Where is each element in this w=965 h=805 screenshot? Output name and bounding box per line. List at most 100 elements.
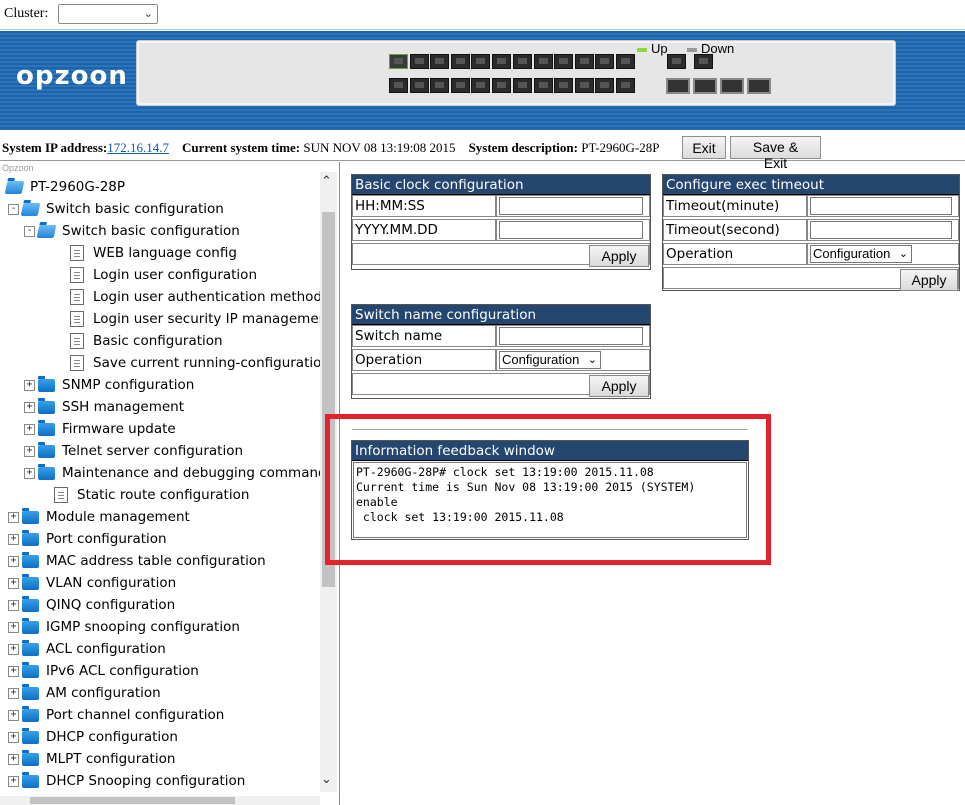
date-input[interactable] — [499, 221, 643, 239]
tree-item[interactable]: + DHCP configuration — [8, 727, 178, 747]
ethernet-port[interactable] — [554, 54, 573, 69]
ethernet-port[interactable] — [574, 54, 594, 69]
ethernet-port[interactable] — [389, 78, 408, 93]
ethernet-port[interactable] — [615, 78, 635, 93]
sfp-port[interactable] — [747, 78, 771, 94]
tree-item[interactable]: + ACL configuration — [8, 639, 166, 659]
tree-item[interactable]: Static route configuration — [54, 485, 249, 505]
tree-item[interactable]: + MLPT configuration — [8, 749, 175, 769]
collapse-icon[interactable]: - — [24, 225, 35, 237]
ethernet-port[interactable] — [491, 78, 511, 93]
tree-item[interactable]: + IPv6 ACL configuration — [8, 661, 199, 681]
ethernet-port[interactable] — [574, 78, 594, 93]
ethernet-port[interactable] — [450, 78, 470, 93]
ethernet-port[interactable] — [409, 78, 429, 93]
tree-item[interactable]: Save current running-configuration — [70, 353, 330, 373]
tree-item[interactable]: + Firmware update — [24, 419, 176, 439]
tree-root[interactable]: PT-2960G-28P — [4, 177, 125, 197]
tree-item[interactable]: + VLAN configuration — [8, 573, 176, 593]
save-exit-button[interactable]: Save & Exit — [730, 136, 821, 171]
ethernet-port[interactable] — [595, 78, 614, 93]
tree-item[interactable]: - Switch basic configuration — [24, 221, 240, 241]
tree-item[interactable]: + Port channel configuration — [8, 705, 224, 725]
sfp-port[interactable] — [693, 78, 717, 94]
expand-icon[interactable]: + — [8, 665, 19, 677]
tree-item[interactable]: + IGMP snooping configuration — [8, 617, 240, 637]
clock-config-title: Basic clock configuration — [352, 175, 650, 195]
tree-item[interactable]: Login user configuration — [70, 265, 257, 285]
ethernet-port[interactable] — [694, 54, 713, 69]
tree-item[interactable]: WEB language config — [70, 243, 237, 263]
tree-item[interactable]: + DHCP Snooping configuration — [8, 771, 245, 791]
ethernet-port[interactable] — [615, 54, 635, 69]
expand-icon[interactable]: + — [8, 621, 19, 633]
sfp-port[interactable] — [720, 78, 744, 94]
switch-apply-button[interactable]: Apply — [589, 375, 649, 397]
page-icon — [70, 267, 84, 283]
ethernet-port[interactable] — [554, 78, 573, 93]
tree-item[interactable]: + Maintenance and debugging command — [24, 463, 327, 483]
collapse-icon[interactable]: - — [8, 203, 19, 215]
expand-icon[interactable]: + — [8, 577, 19, 589]
page-icon — [70, 245, 84, 261]
exec-operation-select[interactable]: Configuration ⌄ — [810, 245, 912, 263]
expand-icon[interactable]: + — [24, 423, 35, 435]
tree-item[interactable]: + MAC address table configuration — [8, 551, 266, 571]
switch-name-input[interactable] — [499, 327, 643, 345]
h-scroll-thumb[interactable] — [30, 797, 235, 804]
ethernet-port[interactable] — [667, 54, 686, 69]
expand-icon[interactable]: + — [8, 753, 19, 765]
ethernet-port[interactable] — [430, 54, 449, 69]
timeout-minute-input[interactable] — [810, 197, 952, 215]
expand-icon[interactable]: + — [8, 775, 19, 787]
switch-operation-select[interactable]: Configuration ⌄ — [499, 351, 601, 369]
expand-icon[interactable]: + — [8, 533, 19, 545]
ethernet-port[interactable] — [389, 54, 408, 69]
expand-icon[interactable]: + — [24, 379, 35, 391]
ip-address-link[interactable]: 172.16.14.7 — [107, 140, 169, 155]
expand-icon[interactable]: + — [24, 467, 35, 479]
ethernet-port[interactable] — [513, 54, 532, 69]
sfp-port[interactable] — [666, 78, 690, 94]
tree-item[interactable]: - Switch basic configuration — [8, 199, 224, 219]
ethernet-port[interactable] — [471, 78, 490, 93]
ethernet-port[interactable] — [430, 78, 449, 93]
ethernet-port[interactable] — [513, 78, 532, 93]
ethernet-port[interactable] — [595, 54, 614, 69]
exec-apply-button[interactable]: Apply — [900, 269, 958, 291]
tree-item[interactable]: Login user authentication method c — [70, 287, 334, 307]
horizontal-scrollbar[interactable] — [0, 796, 320, 805]
ethernet-port[interactable] — [491, 54, 511, 69]
timeout-second-input[interactable] — [810, 221, 952, 239]
ethernet-port[interactable] — [471, 54, 490, 69]
expand-icon[interactable]: + — [8, 709, 19, 721]
tree-item[interactable]: Login user security IP management — [70, 309, 333, 329]
ethernet-port[interactable] — [409, 54, 429, 69]
expand-icon[interactable]: + — [8, 731, 19, 743]
expand-icon[interactable]: + — [8, 555, 19, 567]
expand-icon[interactable]: + — [24, 401, 35, 413]
expand-icon[interactable]: + — [8, 687, 19, 699]
cluster-select[interactable]: ⌄ — [58, 4, 158, 24]
scroll-up-icon[interactable]: ⌃ — [321, 174, 332, 189]
tree-item[interactable]: + AM configuration — [8, 683, 161, 703]
scroll-down-icon[interactable]: ⌄ — [321, 772, 332, 787]
ethernet-port[interactable] — [533, 78, 553, 93]
expand-icon[interactable]: + — [8, 599, 19, 611]
tree-item[interactable]: + SSH management — [24, 397, 184, 417]
tree-item[interactable]: Basic configuration — [70, 331, 223, 351]
exit-button[interactable]: Exit — [682, 136, 726, 159]
tree-item[interactable]: + Port configuration — [8, 529, 167, 549]
tree-item[interactable]: + Telnet server configuration — [24, 441, 243, 461]
expand-icon[interactable]: + — [8, 511, 19, 523]
tree-item[interactable]: + SNMP configuration — [24, 375, 194, 395]
tree-item[interactable]: + Module management — [8, 507, 190, 527]
tree-item[interactable]: + QINQ configuration — [8, 595, 175, 615]
clock-apply-button[interactable]: Apply — [589, 245, 649, 267]
expand-icon[interactable]: + — [24, 445, 35, 457]
ethernet-port[interactable] — [533, 54, 553, 69]
ethernet-port[interactable] — [450, 54, 470, 69]
expand-icon[interactable]: + — [8, 643, 19, 655]
timeout-second-cell — [807, 219, 959, 241]
time-input[interactable] — [499, 197, 643, 215]
